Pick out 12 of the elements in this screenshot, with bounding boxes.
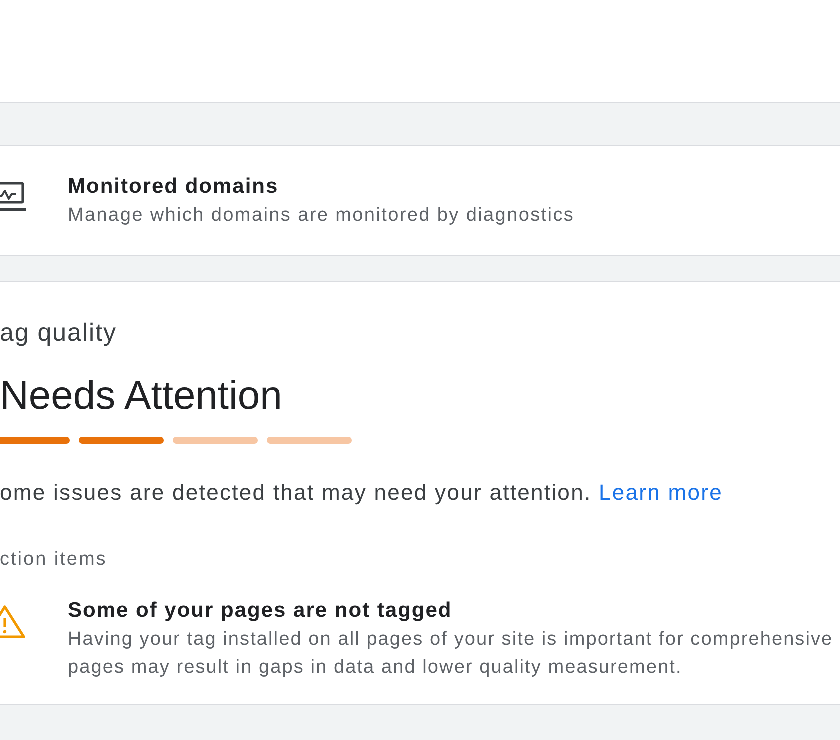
action-title: Some of your pages are not tagged xyxy=(68,598,454,624)
status-message: ome issues are detected that may need your attention. Learn more xyxy=(0,479,724,507)
learn-more-link[interactable]: Learn more xyxy=(598,480,723,505)
status-text: Needs Attention xyxy=(0,373,284,420)
card-subtitle: Manage which domains are monitored by diagnostics xyxy=(68,204,575,228)
warning-icon xyxy=(0,605,25,639)
section-label: ction items xyxy=(0,548,108,572)
section-heading: ag quality xyxy=(0,318,118,348)
monitor-icon xyxy=(0,182,26,212)
action-description: Having your tag installed on all pages of your site is important for comprehensive pages may result in gaps in data and lower quality measurement. xyxy=(68,628,834,680)
card-title: Monitored domains xyxy=(68,174,280,200)
monitored-domains-card[interactable]: Monitored domains Manage which domains are monitored by diagnostics xyxy=(0,145,840,256)
